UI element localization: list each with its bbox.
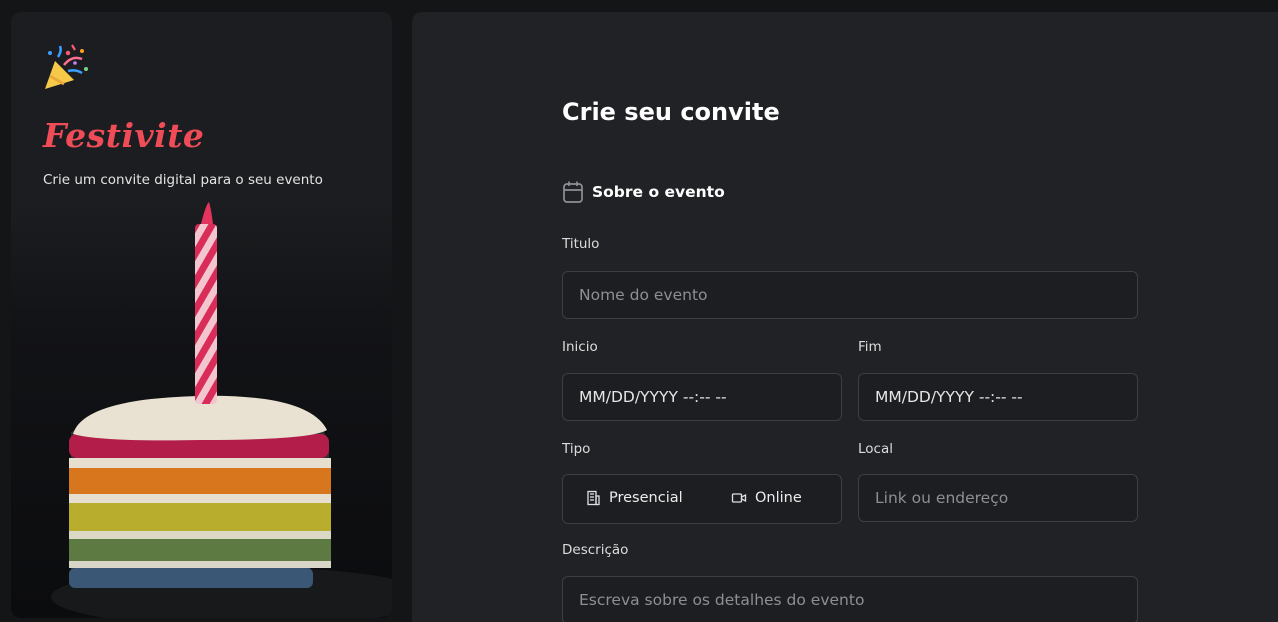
local-input[interactable]: Link ou endereço bbox=[858, 474, 1138, 522]
brand-tagline: Crie um convite digital para o seu event… bbox=[43, 172, 323, 188]
form-title: Crie seu convite bbox=[562, 98, 780, 126]
section-header: Sobre o evento bbox=[562, 180, 725, 204]
titulo-label: Titulo bbox=[562, 236, 600, 252]
tipo-option-label: Online bbox=[755, 490, 802, 506]
descricao-textarea[interactable]: Escreva sobre os detalhes do evento bbox=[562, 576, 1138, 622]
section-title: Sobre o evento bbox=[592, 183, 725, 201]
inicio-label: Inicio bbox=[562, 339, 598, 355]
form-panel: Crie seu convite Sobre o evento Titulo N… bbox=[412, 12, 1278, 622]
fim-datetime-input[interactable]: MM/DD/YYYY --:-- -- bbox=[858, 373, 1138, 421]
inicio-datetime-input[interactable]: MM/DD/YYYY --:-- -- bbox=[562, 373, 842, 421]
hero-panel: Festivite Crie um convite digital para o… bbox=[11, 12, 392, 618]
tipo-option-presencial[interactable]: Presencial bbox=[585, 490, 683, 506]
titulo-input[interactable]: Nome do evento bbox=[562, 271, 1138, 319]
cake-image bbox=[11, 202, 392, 618]
descricao-label: Descrição bbox=[562, 542, 629, 558]
video-camera-icon bbox=[731, 493, 747, 503]
tipo-option-online[interactable]: Online bbox=[731, 490, 802, 506]
local-label: Local bbox=[858, 441, 893, 457]
building-icon bbox=[587, 490, 600, 506]
calendar-icon bbox=[563, 181, 583, 203]
tipo-label: Tipo bbox=[562, 441, 591, 457]
tipo-option-label: Presencial bbox=[609, 490, 683, 506]
fim-label: Fim bbox=[858, 339, 882, 355]
tipo-toggle: Presencial Online bbox=[562, 474, 842, 524]
party-popper-icon bbox=[45, 44, 88, 89]
brand-title: Festivite bbox=[43, 116, 205, 155]
